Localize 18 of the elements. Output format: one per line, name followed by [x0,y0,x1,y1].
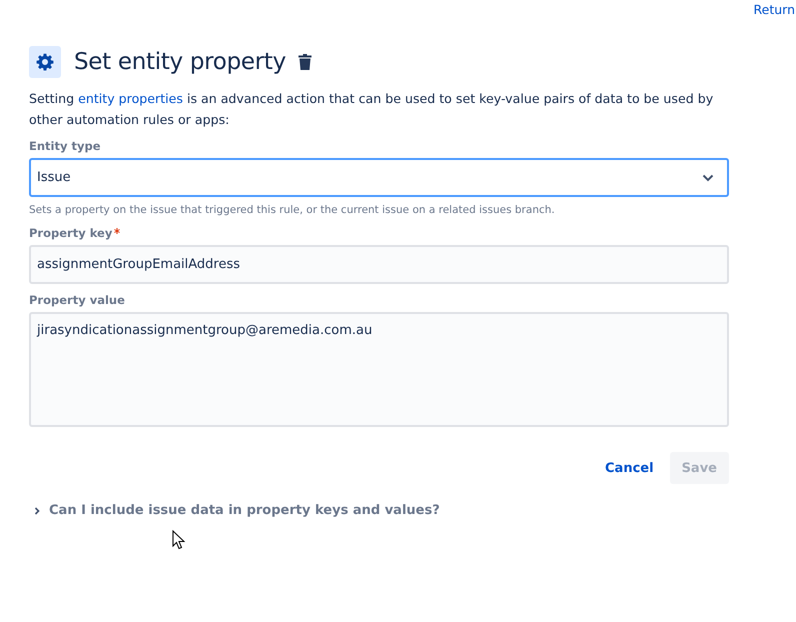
mouse-cursor-icon [172,530,186,550]
faq-expander[interactable]: Can I include issue data in property keys and values? [29,503,440,518]
description-text: Setting entity properties is an advanced action that can be used to set key-value pairs of data to be used by other automation rules or apps: [29,90,714,129]
field-label: Entity type [29,138,102,154]
entity-properties-link[interactable]: entity properties [78,91,183,106]
cancel-button[interactable]: Cancel [593,452,666,484]
page-title: Set entity property [74,48,286,77]
property-key-field[interactable]: assignmentGroupEmailAddress [29,245,729,284]
return-link[interactable]: Return [754,1,796,27]
helper-text: Sets a property on the issue that triggered this rule, or the current issue on a related issues branch. [29,203,556,217]
required-icon [114,225,120,234]
settings-icon [29,46,61,78]
entity-type-dropdown[interactable]: Issue [29,158,729,197]
property-value-field[interactable]: jirasyndicationassignmentgroup@aremedia.com.au [29,312,729,427]
field-label: Property value [29,292,126,308]
chevron-icon [33,506,41,514]
field-label: Property key [29,225,729,241]
delete-icon[interactable] [298,54,312,70]
